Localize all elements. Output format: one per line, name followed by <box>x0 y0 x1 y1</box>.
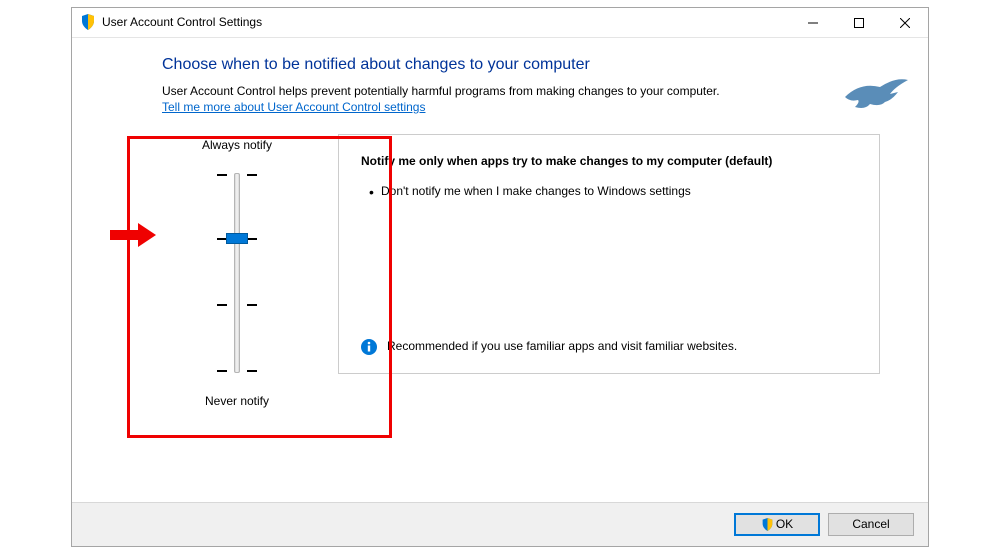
window-controls <box>790 8 928 37</box>
slider-tick <box>217 304 227 306</box>
info-icon <box>361 339 377 355</box>
description-text: User Account Control helps prevent poten… <box>162 84 880 98</box>
recommendation-text: Recommended if you use familiar apps and… <box>387 338 737 355</box>
slider-tick <box>217 174 227 176</box>
slider-tick <box>217 370 227 372</box>
shield-icon <box>80 14 96 30</box>
uac-slider[interactable] <box>234 173 240 373</box>
info-footer: Recommended if you use familiar apps and… <box>361 338 857 355</box>
slider-tick <box>247 304 257 306</box>
arrow-annotation-icon <box>110 223 156 250</box>
learn-more-link[interactable]: Tell me more about User Account Control … <box>162 100 425 114</box>
cancel-button[interactable]: Cancel <box>828 513 914 536</box>
shield-icon <box>761 518 774 531</box>
slider-label-top: Always notify <box>162 138 312 152</box>
minimize-button[interactable] <box>790 8 836 38</box>
cancel-label: Cancel <box>852 517 889 531</box>
slider-section: Always notify <box>162 134 312 408</box>
info-bullet: Don't notify me when I make changes to W… <box>361 183 857 200</box>
close-button[interactable] <box>882 8 928 38</box>
ok-label: OK <box>776 517 793 531</box>
titlebar: User Account Control Settings <box>72 8 928 38</box>
maximize-button[interactable] <box>836 8 882 38</box>
button-bar: OK Cancel <box>72 502 928 546</box>
uac-settings-window: User Account Control Settings Choose whe… <box>71 7 929 547</box>
slider-tick <box>247 370 257 372</box>
window-title: User Account Control Settings <box>102 15 790 29</box>
info-panel: Notify me only when apps try to make cha… <box>338 134 880 374</box>
slider-label-bottom: Never notify <box>162 394 312 408</box>
slider-tick <box>247 238 257 240</box>
slider-tick <box>247 174 257 176</box>
slider-track-area <box>162 167 312 379</box>
slider-thumb[interactable] <box>226 233 248 244</box>
ok-button[interactable]: OK <box>734 513 820 536</box>
info-title: Notify me only when apps try to make cha… <box>361 153 857 170</box>
content-area: Choose when to be notified about changes… <box>72 38 928 408</box>
page-title: Choose when to be notified about changes… <box>162 56 880 74</box>
eagle-logo-icon <box>840 72 910 122</box>
main-area: Always notify <box>162 134 880 408</box>
